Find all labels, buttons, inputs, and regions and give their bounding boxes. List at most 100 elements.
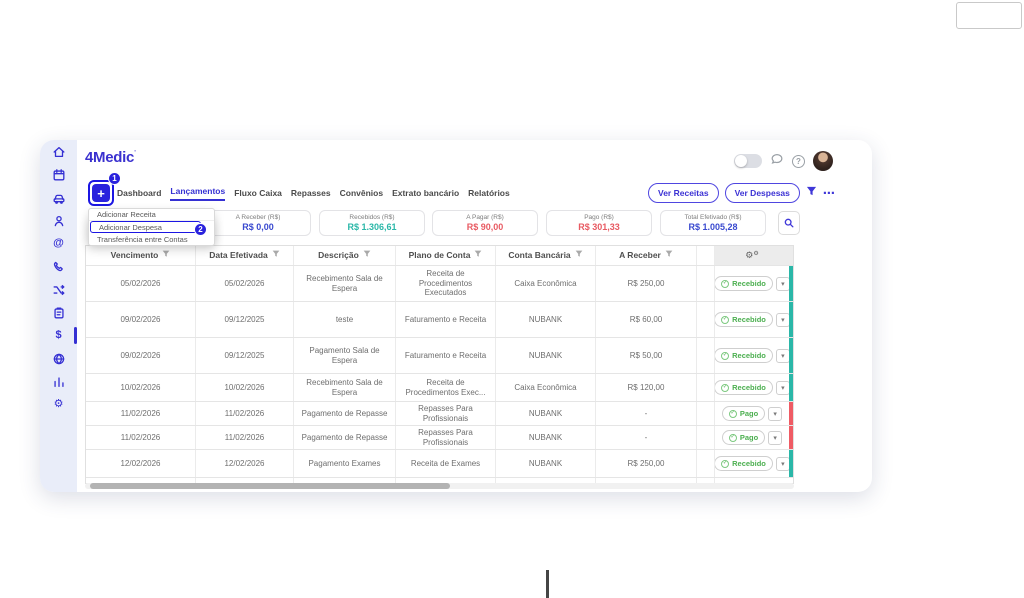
tab-fluxo-caixa[interactable]: Fluxo Caixa — [234, 188, 282, 201]
gears-icon: ⚙⚙ — [745, 250, 759, 260]
user-avatar[interactable] — [813, 151, 833, 171]
cell-vencimento: 12/02/2026 — [86, 450, 196, 477]
ver-receitas-button[interactable]: Ver Receitas — [648, 183, 719, 203]
cell-descricao: Recebimento Sala de Espera — [294, 374, 396, 401]
help-icon[interactable]: ? — [792, 154, 805, 168]
cell-valor: R$ 50,00 — [596, 338, 697, 373]
cell-vencimento: 05/02/2026 — [86, 266, 196, 301]
ver-despesas-button[interactable]: Ver Despesas — [724, 183, 800, 203]
filter-icon[interactable] — [806, 184, 817, 202]
cell-plano: Repasses Para Profissionais — [396, 426, 496, 449]
card-total-efetivado: Total Efetivado (R$) R$ 1.005,28 — [660, 210, 766, 236]
settings-icon[interactable]: ⚙ — [40, 393, 77, 416]
menu-item-adicionar-despesa[interactable]: Adicionar Despesa — [90, 221, 201, 233]
status-button[interactable]: ✓ Recebido — [715, 312, 773, 327]
card-a-pagar: A Pagar (R$) R$ 90,00 — [432, 210, 538, 236]
app-window: @ $ ⚙ 4Medic’ ? + 1 Dashboard Lançamento… — [40, 140, 872, 492]
filter-icon[interactable] — [162, 250, 170, 260]
status-caret-button[interactable]: ▾ — [768, 406, 783, 421]
menu-item-adicionar-receita[interactable]: Adicionar Receita — [89, 209, 214, 221]
tab-extrato-bancario[interactable]: Extrato bancário — [392, 188, 459, 201]
filter-icon[interactable] — [363, 250, 371, 260]
col-status: ⚙⚙ — [715, 246, 789, 265]
horizontal-scrollbar — [85, 483, 794, 489]
status-caret-button[interactable]: ▾ — [768, 430, 783, 445]
row-status-strip — [789, 450, 793, 477]
globe-icon[interactable] — [40, 347, 77, 370]
nav-tabs: Dashboard Lançamentos Fluxo Caixa Repass… — [117, 186, 510, 201]
toggle-knob — [735, 155, 747, 167]
table-row: 09/02/2026 09/12/2025 Pagamento Sala de … — [86, 338, 793, 374]
at-icon[interactable]: @ — [40, 232, 77, 255]
cell-descricao: Pagamento de Repasse — [294, 426, 396, 449]
cell-status: ✓ Pago ▾ — [715, 426, 789, 449]
card-value: R$ 1.005,28 — [688, 222, 738, 232]
car-icon[interactable] — [40, 186, 77, 209]
cell-status: ✓ Pago ▾ — [715, 402, 789, 425]
step1-badge: 1 — [108, 172, 121, 185]
tab-relatorios[interactable]: Relatórios — [468, 188, 510, 201]
at-glyph: @ — [53, 237, 64, 249]
calendar-icon[interactable] — [40, 163, 77, 186]
status-caret-button[interactable]: ▾ — [775, 312, 789, 327]
help-glyph: ? — [796, 156, 801, 166]
cell-spacer — [697, 426, 715, 449]
home-icon[interactable] — [40, 140, 77, 163]
col-vencimento: Vencimento — [86, 246, 196, 265]
shuffle-icon[interactable] — [40, 278, 77, 301]
tab-dashboard[interactable]: Dashboard — [117, 188, 161, 201]
tab-convenios[interactable]: Convênios — [340, 188, 383, 201]
cell-status: ✓ Recebido ▾ — [715, 266, 789, 301]
active-item-indicator — [74, 327, 77, 344]
cell-conta: NUBANK — [496, 338, 596, 373]
card-label: A Receber (R$) — [235, 214, 281, 221]
status-caret-button[interactable]: ▾ — [775, 348, 789, 363]
row-status-strip — [789, 402, 793, 425]
cell-status: ✓ Recebido ▾ — [715, 450, 789, 477]
cell-data-efetivada: 11/02/2026 — [196, 426, 294, 449]
theme-toggle[interactable] — [734, 154, 762, 168]
check-icon: ✓ — [721, 383, 730, 392]
more-options-icon[interactable]: ⋯ — [823, 187, 836, 199]
table-row: 12/02/2026 12/02/2026 Pagamento Exames R… — [86, 450, 793, 478]
col-descricao: Descrição — [294, 246, 396, 265]
status-caret-button[interactable]: ▾ — [775, 276, 789, 291]
add-button[interactable]: + — [92, 184, 110, 202]
filter-icon[interactable] — [272, 250, 280, 260]
dollar-icon[interactable]: $ — [40, 324, 77, 347]
cell-plano: Faturamento e Receita — [396, 302, 496, 337]
card-value: R$ 90,00 — [466, 222, 504, 232]
scrollbar-thumb[interactable] — [90, 483, 450, 489]
status-button[interactable]: ✓ Recebido — [715, 380, 773, 395]
search-button[interactable] — [778, 211, 800, 235]
filter-icon[interactable] — [575, 250, 583, 260]
cell-plano: Receita de Procedimentos Executados — [396, 266, 496, 301]
clipboard-icon[interactable] — [40, 301, 77, 324]
cell-spacer — [697, 450, 715, 477]
menu-item-transferencia[interactable]: Transferência entre Contas — [89, 233, 214, 245]
table-row: 09/02/2026 09/12/2025 teste Faturamento … — [86, 302, 793, 338]
filter-icon[interactable] — [665, 250, 673, 260]
phone-icon[interactable] — [40, 255, 77, 278]
cell-vencimento: 10/02/2026 — [86, 374, 196, 401]
status-button[interactable]: ✓ Recebido — [715, 276, 773, 291]
cell-descricao: Pagamento Exames — [294, 450, 396, 477]
cell-conta: NUBANK — [496, 402, 596, 425]
status-button[interactable]: ✓ Recebido — [715, 456, 773, 471]
status-caret-button[interactable]: ▾ — [775, 380, 789, 395]
chart-icon[interactable] — [40, 370, 77, 393]
cell-data-efetivada: 11/02/2026 — [196, 402, 294, 425]
chat-icon[interactable] — [770, 152, 784, 171]
tab-lancamentos[interactable]: Lançamentos — [170, 186, 226, 201]
card-label: Pago (R$) — [584, 214, 614, 221]
cell-conta: Caixa Econômica — [496, 374, 596, 401]
status-button[interactable]: ✓ Recebido — [715, 348, 773, 363]
card-label: Total Efetivado (R$) — [684, 214, 742, 221]
status-caret-button[interactable]: ▾ — [775, 456, 789, 471]
tab-repasses[interactable]: Repasses — [291, 188, 331, 201]
status-button[interactable]: ✓ Pago — [721, 406, 766, 421]
user-icon[interactable] — [40, 209, 77, 232]
status-button[interactable]: ✓ Pago — [721, 430, 766, 445]
filter-icon[interactable] — [474, 250, 482, 260]
gear-glyph: ⚙ — [53, 398, 64, 410]
